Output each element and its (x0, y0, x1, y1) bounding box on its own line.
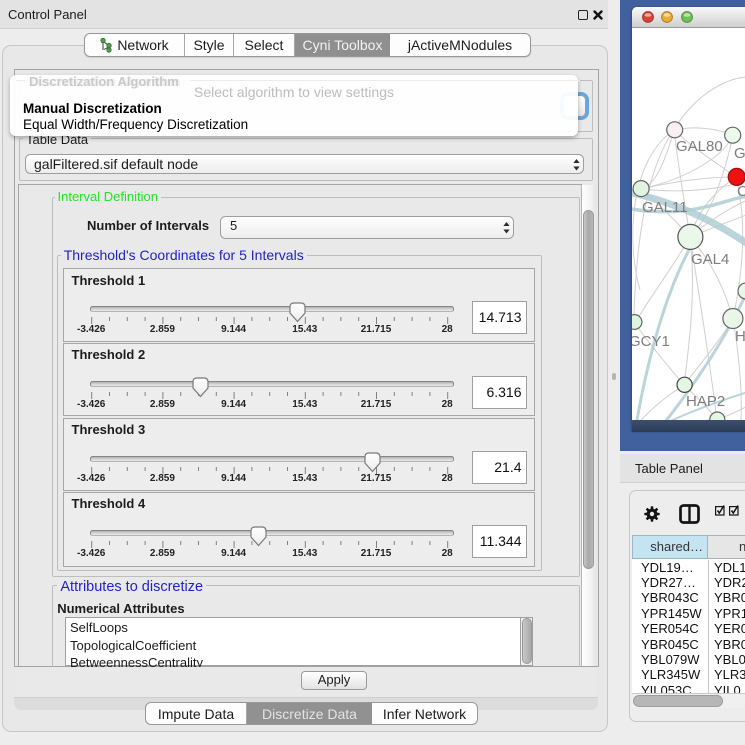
svg-text:C: C (737, 183, 745, 200)
svg-text:GA: GA (734, 145, 745, 162)
svg-text:GAL4: GAL4 (691, 251, 729, 268)
svg-text:HAP2: HAP2 (686, 393, 725, 410)
svg-text:GCY1: GCY1 (632, 333, 670, 350)
svg-text:H: H (735, 328, 745, 345)
svg-text:GAL11: GAL11 (642, 199, 688, 216)
svg-text:GAL80: GAL80 (676, 138, 723, 155)
